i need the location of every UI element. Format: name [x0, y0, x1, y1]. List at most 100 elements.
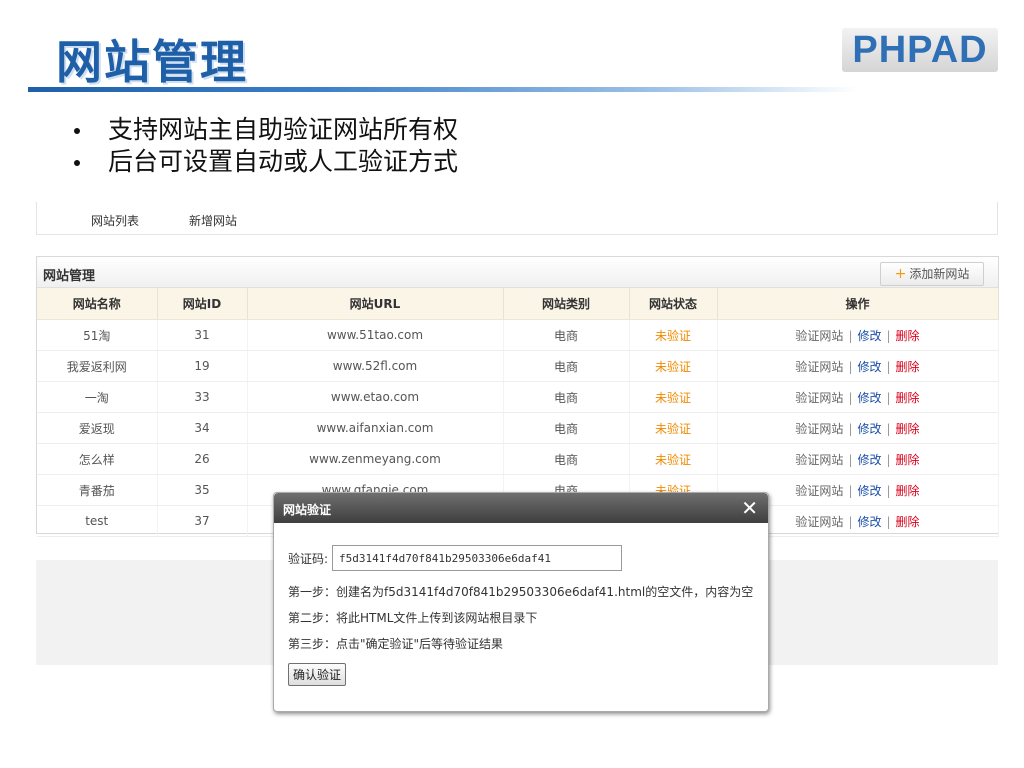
site-actions-cell: 验证网站 | 修改 | 删除: [717, 319, 999, 351]
action-separator: |: [848, 359, 853, 374]
verify-site-link[interactable]: 验证网站: [795, 391, 843, 405]
site-id-cell: 19: [157, 350, 248, 382]
site-url-cell: www.52fl.com: [247, 350, 504, 382]
panel-header: 网站管理 + 添加新网站: [37, 257, 998, 288]
dialog-title: 网站验证: [283, 503, 332, 517]
site-category-cell: 电商: [503, 443, 630, 475]
code-label: 验证码:: [288, 551, 329, 566]
edit-site-link[interactable]: 修改: [857, 453, 881, 467]
dialog-body: 验证码: 第一步：创建名为f5d3141f4d70f841b29503306e6…: [288, 543, 753, 686]
table-row: 51淘 31 www.51tao.com 电商 未验证 验证网站 | 修改 | 删除: [37, 319, 999, 351]
delete-site-link[interactable]: 删除: [896, 329, 920, 343]
tab-site-list[interactable]: 网站列表: [91, 212, 139, 229]
site-name-cell: 一淘: [37, 381, 158, 413]
column-header: 网站类别: [503, 288, 630, 320]
confirm-verify-button[interactable]: 确认验证: [288, 663, 347, 686]
site-id-cell: 34: [157, 412, 248, 444]
action-separator: |: [848, 421, 853, 436]
action-separator: |: [886, 514, 891, 529]
table-header-row: 网站名称 网站ID 网站URL 网站类别 网站状态 操作: [37, 288, 999, 320]
site-category-cell: 电商: [503, 319, 630, 351]
action-separator: |: [848, 483, 853, 498]
site-status-cell: 未验证: [629, 412, 718, 444]
site-url-cell: www.aifanxian.com: [247, 412, 504, 444]
slide-title: 网站管理: [56, 35, 248, 89]
action-separator: |: [848, 390, 853, 405]
action-separator: |: [886, 328, 891, 343]
site-category-cell: 电商: [503, 350, 630, 382]
delete-site-link[interactable]: 删除: [896, 360, 920, 374]
table-row: 一淘 33 www.etao.com 电商 未验证 验证网站 | 修改 | 删除: [37, 381, 999, 413]
site-actions-cell: 验证网站 | 修改 | 删除: [717, 443, 999, 475]
tab-add-site[interactable]: 新增网站: [189, 212, 237, 229]
table-row: 怎么样 26 www.zenmeyang.com 电商 未验证 验证网站 | 修改 | 删除: [37, 443, 999, 475]
phpad-logo: PHPAD: [842, 28, 998, 72]
edit-site-link[interactable]: 修改: [857, 360, 881, 374]
site-status-cell: 未验证: [629, 381, 718, 413]
table-row: 爱返现 34 www.aifanxian.com 电商 未验证 验证网站 | 修改 | 删除: [37, 412, 999, 444]
action-separator: |: [886, 421, 891, 436]
add-site-button[interactable]: + 添加新网站: [880, 262, 984, 286]
site-url-cell: www.zenmeyang.com: [247, 443, 504, 475]
column-header: 操作: [717, 288, 999, 320]
site-id-cell: 37: [157, 505, 248, 537]
site-status-cell: 未验证: [629, 319, 718, 351]
edit-site-link[interactable]: 修改: [857, 484, 881, 498]
site-verify-dialog: 网站验证 ✕ 验证码: 第一步：创建名为f5d3141f4d70f841b295…: [273, 492, 769, 712]
column-header: 网站名称: [37, 288, 158, 320]
site-url-cell: www.etao.com: [247, 381, 504, 413]
action-separator: |: [886, 359, 891, 374]
verify-site-link[interactable]: 验证网站: [795, 484, 843, 498]
site-id-cell: 33: [157, 381, 248, 413]
close-icon[interactable]: ✕: [741, 496, 758, 520]
title-underline: [28, 87, 858, 92]
site-actions-cell: 验证网站 | 修改 | 删除: [717, 412, 999, 444]
delete-site-link[interactable]: 删除: [896, 422, 920, 436]
edit-site-link[interactable]: 修改: [857, 329, 881, 343]
site-id-cell: 35: [157, 474, 248, 506]
delete-site-link[interactable]: 删除: [896, 515, 920, 529]
site-id-cell: 31: [157, 319, 248, 351]
verify-code-input[interactable]: [332, 545, 623, 571]
action-separator: |: [848, 452, 853, 467]
site-name-cell: 爱返现: [37, 412, 158, 444]
dialog-titlebar: 网站验证 ✕: [274, 493, 768, 523]
action-separator: |: [886, 452, 891, 467]
column-header: 网站ID: [157, 288, 248, 320]
column-header: 网站URL: [247, 288, 504, 320]
delete-site-link[interactable]: 删除: [896, 391, 920, 405]
verify-site-link[interactable]: 验证网站: [795, 360, 843, 374]
tab-bar: 网站列表 新增网站: [36, 202, 998, 235]
feature-bullets: 支持网站主自助验证网站所有权 后台可设置自动或人工验证方式: [70, 114, 458, 178]
verify-site-link[interactable]: 验证网站: [795, 422, 843, 436]
site-name-cell: test: [37, 505, 158, 537]
plus-icon: +: [894, 266, 907, 282]
panel-title: 网站管理: [43, 269, 96, 284]
edit-site-link[interactable]: 修改: [857, 391, 881, 405]
bullet-item: 支持网站主自助验证网站所有权: [70, 114, 458, 146]
delete-site-link[interactable]: 删除: [896, 453, 920, 467]
edit-site-link[interactable]: 修改: [857, 422, 881, 436]
step-three: 第三步：点击"确定验证"后等待验证结果: [288, 637, 504, 651]
site-name-cell: 我爱返利网: [37, 350, 158, 382]
site-status-cell: 未验证: [629, 350, 718, 382]
bullet-item: 后台可设置自动或人工验证方式: [70, 146, 458, 178]
site-actions-cell: 验证网站 | 修改 | 删除: [717, 381, 999, 413]
site-id-cell: 26: [157, 443, 248, 475]
verify-site-link[interactable]: 验证网站: [795, 329, 843, 343]
delete-site-link[interactable]: 删除: [896, 484, 920, 498]
site-category-cell: 电商: [503, 381, 630, 413]
site-name-cell: 51淘: [37, 319, 158, 351]
action-separator: |: [848, 328, 853, 343]
site-category-cell: 电商: [503, 412, 630, 444]
site-status-cell: 未验证: [629, 443, 718, 475]
verify-site-link[interactable]: 验证网站: [795, 453, 843, 467]
code-row: 验证码:: [288, 543, 753, 573]
verify-site-link[interactable]: 验证网站: [795, 515, 843, 529]
action-separator: |: [886, 390, 891, 405]
edit-site-link[interactable]: 修改: [857, 515, 881, 529]
column-header: 网站状态: [629, 288, 718, 320]
add-site-label: 添加新网站: [909, 267, 970, 281]
action-separator: |: [848, 514, 853, 529]
action-separator: |: [886, 483, 891, 498]
